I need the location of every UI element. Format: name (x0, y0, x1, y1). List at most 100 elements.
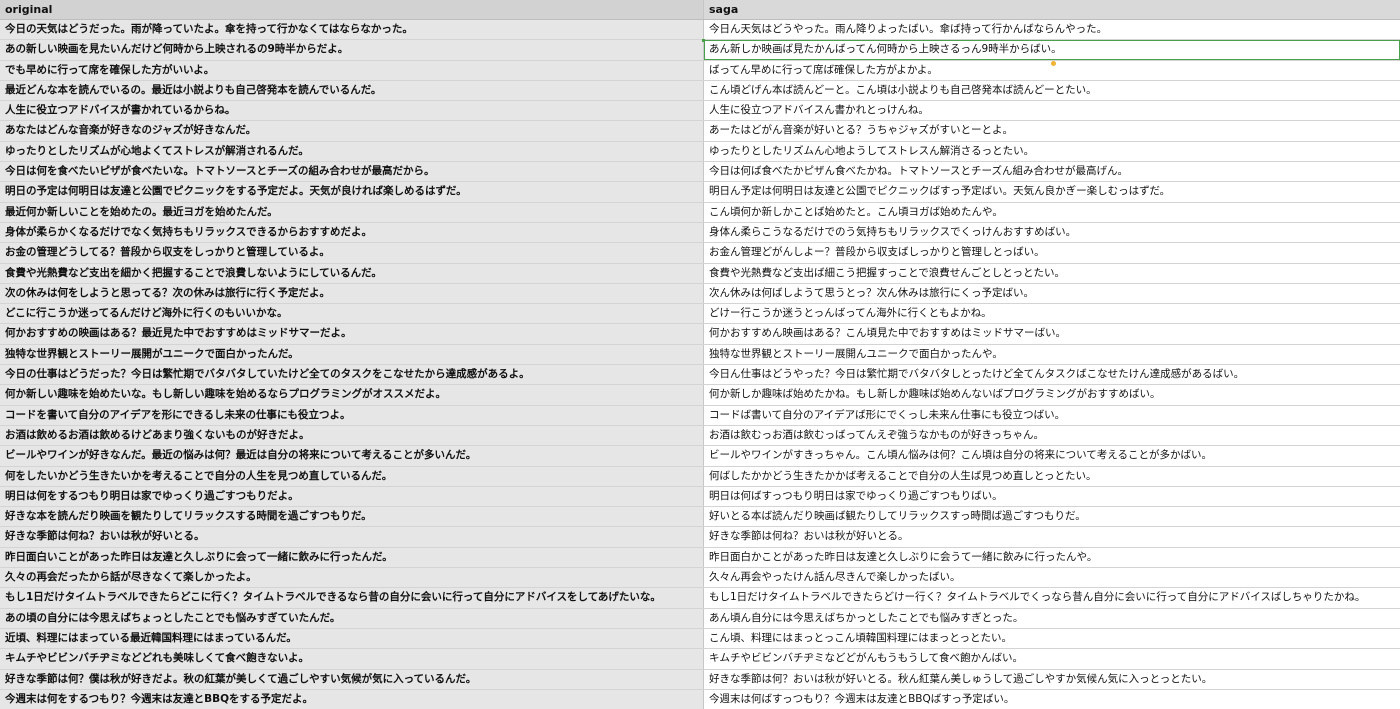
cell-original[interactable]: 最近何か新しいことを始めたの。最近ヨガを始めたんだ。 (0, 202, 704, 222)
cell-original[interactable]: 最近どんな本を読んでいるの。最近は小説よりも自己啓発本を読んでいるんだ。 (0, 80, 704, 101)
table-row: 明日は何をするつもり明日は家でゆっくり過ごすつもりだよ。 明日は何ばすっつもり明日… (0, 486, 1400, 508)
cell-saga[interactable]: こん頃、料理にはまっとっこん頃韓国料理にはまっとっとたい。 (704, 628, 1400, 649)
cell-saga[interactable]: あん頃ん自分には今思えばちかっとしたことでも悩みすぎとった。 (704, 608, 1400, 628)
cell-original[interactable]: 近頃、料理にはまっている最近韓国料理にはまっているんだ。 (0, 628, 704, 649)
cell-original[interactable]: 今週末は何をするつもり？今週末は友達とBBQをする予定だよ。 (0, 689, 704, 709)
cell-saga[interactable]: お金ん管理どがんしよー？普段から収支ばしっかりと管理しとっばい。 (704, 243, 1400, 263)
cell-saga[interactable]: 久々ん再会やったけん話ん尽きんで楽しかったばい。 (704, 568, 1400, 588)
table-row: コードを書いて自分のアイデアを形にできるし未来の仕事にも役立つよ。 コードば書いて… (0, 405, 1400, 426)
cell-saga[interactable]: 好きな季節は何？おいは秋が好いとる。秋ん紅葉ん美しゅうして過ごしやすか気候ん気に… (704, 669, 1400, 689)
table-row: 食費や光熱費など支出を細かく把握することで浪費しないようにしているんだ。 食費や光… (0, 263, 1400, 284)
cell-saga[interactable]: もし1日だけタイムトラベルできたらどけー行く？タイムトラベルでくっなら昔ん自分に… (704, 588, 1400, 608)
cell-original[interactable]: でも早めに行って席を確保した方がいいよ。 (0, 60, 704, 80)
cell-saga[interactable]: 今日ん仕事はどうやった？今日は繁忙期でバタバタしとったけど全てんタスクばこなせた… (704, 365, 1400, 385)
cell-original[interactable]: あなたはどんな音楽が好きなのジャズが好きなんだ。 (0, 121, 704, 141)
cell-original[interactable]: 独特な世界観とストーリー展開がユニークで面白かったんだ。 (0, 344, 704, 365)
cell-original[interactable]: 次の休みは何をしようと思ってる？次の休みは旅行に行く予定だよ。 (0, 283, 704, 304)
cell-original[interactable]: 今日の仕事はどうだった？今日は繁忙期でバタバタしていたけど全てのタスクをこなせた… (0, 365, 704, 385)
cell-original[interactable]: 何をしたいかどう生きたいかを考えることで自分の人生を見つめ直しているんだ。 (0, 466, 704, 486)
header-original[interactable]: original (0, 0, 704, 19)
cell-saga[interactable]: 今週末は何ばすっつもり？今週末は友達とBBQばすっ予定ばい。 (704, 689, 1400, 709)
cell-saga[interactable]: お酒は飲むっお酒は飲むっばってんえぞ強うなかものが好きっちゃん。 (704, 425, 1400, 446)
cell-original[interactable]: お金の管理どうしてる？普段から収支をしっかりと管理しているよ。 (0, 243, 704, 263)
cell-saga[interactable]: 食費や光熱費など支出ば細こう把握すっことで浪費せんごとしとっとたい。 (704, 263, 1400, 283)
cell-saga[interactable]: 次ん休みは何ばしようて思うとっ？次ん休みは旅行にくっ予定ばい。 (704, 283, 1400, 304)
cell-saga[interactable]: 何ばしたかかどう生きたかかば考えることで自分の人生ば見つめ直しとっとたい。 (704, 466, 1400, 486)
cell-original[interactable]: 久々の再会だったから話が尽きなくて楽しかったよ。 (0, 568, 704, 588)
cell-saga[interactable]: 人生に役立つアドバイスん書かれとっけんね。 (704, 101, 1400, 121)
cell-saga[interactable]: ゆったりとしたリズムん心地ようしてストレスん解消さるっとたい。 (704, 141, 1400, 162)
cell-original[interactable]: 明日の予定は何明日は友達と公園でピクニックをする予定だよ。天気が良ければ楽しめる… (0, 182, 704, 202)
table-row: 近頃、料理にはまっている最近韓国料理にはまっているんだ。 こん頃、料理にはまっとっ… (0, 628, 1400, 650)
cell-original[interactable]: ゆったりとしたリズムが心地よくてストレスが解消されるんだ。 (0, 141, 704, 162)
cell-original[interactable]: あの頃の自分には今思えばちょっとしたことでも悩みすぎていたんだ。 (0, 608, 704, 628)
cell-saga[interactable]: 何かおすすめん映画はある？こん頃見た中でおすすめはミッドサマーばい。 (704, 324, 1400, 344)
cell-saga[interactable]: 何か新しか趣味ば始めたかね。もし新しか趣味ば始めんないばプログラミングがおすすめ… (704, 385, 1400, 405)
cell-saga[interactable]: あーたはどがん音楽が好いとる？うちゃジャズがすいとーとよ。 (704, 121, 1400, 141)
cell-saga[interactable]: 明日ん予定は何明日は友達と公園でピクニックばすっ予定ばい。天気ん良かぎー楽しむっ… (704, 182, 1400, 202)
table-row: 今日の天気はどうだった。雨が降っていたよ。傘を持って行かなくてはならなかった。今… (0, 20, 1400, 41)
cell-original[interactable]: 好きな季節は何？僕は秋が好きだよ。秋の紅葉が美しくて過ごしやすい気候が気に入って… (0, 669, 704, 689)
selection-corner (702, 39, 705, 42)
spreadsheet: original saga 今日の天気はどうだった。雨が降っていたよ。傘を持って… (0, 0, 1400, 709)
table-row: 人生に役立つアドバイスが書かれているからね。 人生に役立つアドバイスん書かれとっけ… (0, 101, 1400, 122)
table-row: 何か新しい趣味を始めたいな。もし新しい趣味を始めるならプログラミングがオススメだ… (0, 385, 1400, 406)
cell-saga[interactable]: こん頃何か新しかことば始めたと。こん頃ヨガば始めたんや。 (704, 202, 1400, 222)
table-row: もし1日だけタイムトラベルできたらどこに行く？タイムトラベルできるなら昔の自分に… (0, 588, 1400, 609)
cell-original[interactable]: 人生に役立つアドバイスが書かれているからね。 (0, 101, 704, 121)
table-row: 好きな季節は何？僕は秋が好きだよ。秋の紅葉が美しくて過ごしやすい気候が気に入って… (0, 669, 1400, 690)
cell-original[interactable]: 食費や光熱費など支出を細かく把握することで浪費しないようにしているんだ。 (0, 263, 704, 283)
cell-saga[interactable]: 昨日面白かことがあった昨日は友達と久しぶりに会うて一緒に飲みに行ったんや。 (704, 547, 1400, 568)
cell-saga[interactable]: コードば書いて自分のアイデアば形にでくっし未来ん仕事にも役立つばい。 (704, 405, 1400, 425)
cell-saga[interactable]: ビールやワインがすきっちゃん。こん頃ん悩みは何？こん頃は自分の将来について考える… (704, 446, 1400, 466)
cell-saga[interactable]: こん頃どげん本ば読んどーと。こん頃は小説よりも自己啓発本ば読んどーとたい。 (704, 80, 1400, 101)
cell-original[interactable]: どこに行こうか迷ってるんだけど海外に行くのもいいかな。 (0, 304, 704, 324)
cell-saga[interactable]: 好いとる本ば読んだり映画ば観たりしてリラックスすっ時間ば過ごすつもりだ。 (704, 507, 1400, 527)
fill-handle[interactable] (1051, 61, 1056, 66)
table-body: 今日の天気はどうだった。雨が降っていたよ。傘を持って行かなくてはならなかった。今… (0, 20, 1400, 709)
cell-original[interactable]: 身体が柔らかくなるだけでなく気持ちもリラックスできるからおすすめだよ。 (0, 222, 704, 243)
table-row: キムチやビビンバチヂミなどどれも美味しくて食べ飽きないよ。 キムチやビビンバチヂミ… (0, 649, 1400, 670)
table-row: 明日の予定は何明日は友達と公園でピクニックをする予定だよ。天気が良ければ楽しめる… (0, 182, 1400, 203)
cell-saga[interactable]: 身体ん柔らこうなるだけでのう気持ちもリラックスでくっけんおすすめばい。 (704, 222, 1400, 243)
cell-saga[interactable]: 明日は何ばすっつもり明日は家でゆっくり過ごすつもりばい。 (704, 486, 1400, 507)
table-row: 今日の仕事はどうだった？今日は繁忙期でバタバタしていたけど全てのタスクをこなせた… (0, 365, 1400, 386)
table-row: 昨日面白いことがあった昨日は友達と久しぶりに会って一緒に飲みに行ったんだ。 昨日面… (0, 547, 1400, 569)
cell-original[interactable]: 今日は何を食べたいピザが食べたいな。トマトソースとチーズの組み合わせが最高だから… (0, 162, 704, 182)
header-saga[interactable]: saga (704, 0, 1400, 19)
table-row: 最近何か新しいことを始めたの。最近ヨガを始めたんだ。 こん頃何か新しかことば始めた… (0, 202, 1400, 223)
table-row: 独特な世界観とストーリー展開がユニークで面白かったんだ。 独特な世界観とストーリー… (0, 344, 1400, 366)
table-row: ゆったりとしたリズムが心地よくてストレスが解消されるんだ。 ゆったりとしたリズムん… (0, 141, 1400, 163)
table-row: 身体が柔らかくなるだけでなく気持ちもリラックスできるからおすすめだよ。 身体ん柔ら… (0, 222, 1400, 244)
cell-original[interactable]: もし1日だけタイムトラベルできたらどこに行く？タイムトラベルできるなら昔の自分に… (0, 588, 704, 608)
table-row: お金の管理どうしてる？普段から収支をしっかりと管理しているよ。 お金ん管理どがんし… (0, 243, 1400, 264)
cell-saga[interactable]: 好きな季節は何ね？おいは秋が好いとる。 (704, 527, 1400, 547)
cell-saga[interactable]: 今日は何ば食べたかピザん食べたかね。トマトソースとチーズん組み合わせが最高げん。 (704, 162, 1400, 182)
cell-original[interactable]: 好きな本を読んだり映画を観たりしてリラックスする時間を過ごすつもりだ。 (0, 507, 704, 527)
cell-original[interactable]: ビールやワインが好きなんだ。最近の悩みは何？最近は自分の将来について考えることが… (0, 446, 704, 466)
cell-original[interactable]: あの新しい映画を見たいんだけど何時から上映されるの9時半からだよ。 (0, 40, 704, 60)
cell-saga[interactable]: 独特な世界観とストーリー展開んユニークで面白かったんや。 (704, 344, 1400, 365)
cell-saga[interactable]: 今日ん天気はどうやった。雨ん降りよったばい。傘ば持って行かんばならんやった。 (704, 20, 1400, 40)
table-row: 何かおすすめの映画はある？最近見た中でおすすめはミッドサマーだよ。 何かおすすめん… (0, 324, 1400, 345)
cell-saga[interactable]: あん新しか映画ば見たかんばってん何時から上映さるっん9時半からばい。 (704, 40, 1400, 60)
table-row: ビールやワインが好きなんだ。最近の悩みは何？最近は自分の将来について考えることが… (0, 446, 1400, 467)
cell-original[interactable]: お酒は飲めるお酒は飲めるけどあまり強くないものが好きだよ。 (0, 425, 704, 446)
table-row: 好きな本を読んだり映画を観たりしてリラックスする時間を過ごすつもりだ。 好いとる本… (0, 507, 1400, 528)
table-row: どこに行こうか迷ってるんだけど海外に行くのもいいかな。 どけー行こうか迷うとっんば… (0, 304, 1400, 325)
cell-original[interactable]: 昨日面白いことがあった昨日は友達と久しぶりに会って一緒に飲みに行ったんだ。 (0, 547, 704, 568)
cell-saga[interactable]: どけー行こうか迷うとっんばってん海外に行くともよかね。 (704, 304, 1400, 324)
cell-original[interactable]: コードを書いて自分のアイデアを形にできるし未来の仕事にも役立つよ。 (0, 405, 704, 425)
table-row: 好きな季節は何ね？おいは秋が好いとる。 好きな季節は何ね？おいは秋が好いとる。 (0, 527, 1400, 548)
cell-original[interactable]: 何かおすすめの映画はある？最近見た中でおすすめはミッドサマーだよ。 (0, 324, 704, 344)
table-row: 次の休みは何をしようと思ってる？次の休みは旅行に行く予定だよ。 次ん休みは何ばしよ… (0, 283, 1400, 305)
table-row: 今週末は何をするつもり？今週末は友達とBBQをする予定だよ。 今週末は何ばすっつも… (0, 689, 1400, 709)
cell-original[interactable]: 何か新しい趣味を始めたいな。もし新しい趣味を始めるならプログラミングがオススメだ… (0, 385, 704, 405)
cell-original[interactable]: キムチやビビンバチヂミなどどれも美味しくて食べ飽きないよ。 (0, 649, 704, 669)
table-row: あなたはどんな音楽が好きなのジャズが好きなんだ。 あーたはどがん音楽が好いとる？う… (0, 121, 1400, 142)
cell-original[interactable]: 明日は何をするつもり明日は家でゆっくり過ごすつもりだよ。 (0, 486, 704, 507)
cell-original[interactable]: 今日の天気はどうだった。雨が降っていたよ。傘を持って行かなくてはならなかった。 (0, 20, 704, 40)
cell-original[interactable]: 好きな季節は何ね？おいは秋が好いとる。 (0, 527, 704, 547)
cell-saga[interactable]: キムチやビビンバチヂミなどどがんもうもうして食べ飽かんばい。 (704, 649, 1400, 669)
header-row: original saga (0, 0, 1400, 20)
